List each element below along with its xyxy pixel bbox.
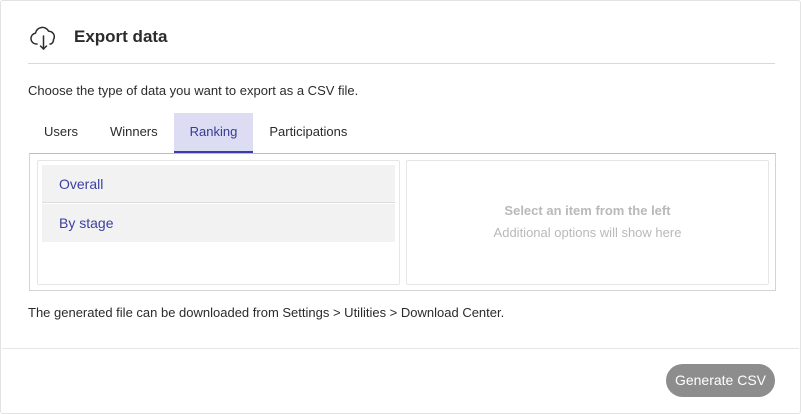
- ranking-options-list: Overall By stage: [37, 160, 400, 285]
- cloud-download-icon: [28, 23, 60, 55]
- list-item-by-stage[interactable]: By stage: [42, 204, 395, 242]
- tab-ranking[interactable]: Ranking: [173, 113, 254, 154]
- tab-panel: Overall By stage Select an item from the…: [29, 153, 776, 291]
- detail-placeholder-title: Select an item from the left: [504, 203, 671, 218]
- list-item-overall[interactable]: Overall: [42, 165, 395, 203]
- dialog-description: Choose the type of data you want to expo…: [28, 83, 359, 98]
- generate-csv-button[interactable]: Generate CSV: [666, 364, 775, 397]
- tab-users[interactable]: Users: [28, 113, 94, 154]
- options-detail-panel: Select an item from the left Additional …: [406, 160, 769, 285]
- export-dialog: Export data Choose the type of data you …: [0, 0, 801, 414]
- detail-placeholder-subtitle: Additional options will show here: [493, 225, 682, 240]
- download-center-note: The generated file can be downloaded fro…: [28, 305, 505, 320]
- export-type-tabs: Users Winners Ranking Participations: [28, 113, 363, 154]
- dialog-title: Export data: [74, 27, 168, 46]
- dialog-header: Export data: [28, 15, 775, 64]
- footer-divider: [2, 348, 799, 349]
- tab-participations[interactable]: Participations: [253, 113, 363, 154]
- tab-winners[interactable]: Winners: [94, 113, 174, 154]
